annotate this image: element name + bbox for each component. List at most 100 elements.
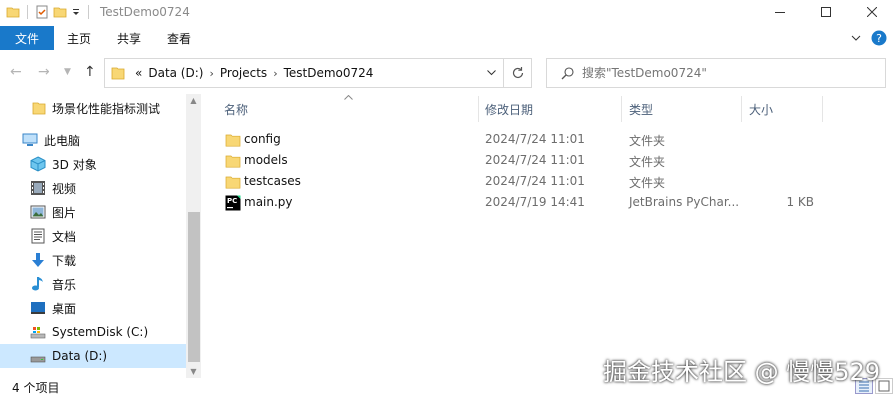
divider[interactable]: [621, 96, 622, 122]
file-date: 2024/7/24 11:01: [485, 132, 585, 146]
chevron-down-icon: [487, 70, 496, 76]
navigation-bar: ← → ▼ ↑ « Data (D:) › Projects › TestDem…: [0, 58, 895, 88]
breadcrumb-projects[interactable]: Projects: [220, 66, 267, 80]
pycharm-file-icon: PC: [225, 195, 241, 211]
search-icon: [561, 66, 574, 79]
maximize-button[interactable]: [803, 0, 849, 24]
tab-home[interactable]: 主页: [54, 26, 104, 50]
help-icon[interactable]: ?: [871, 30, 887, 46]
new-folder-icon[interactable]: [53, 5, 67, 19]
sidebar-item-3d-objects[interactable]: 3D 对象: [0, 152, 186, 176]
minimize-button[interactable]: [757, 0, 803, 24]
customize-dropdown-icon[interactable]: [71, 5, 81, 19]
video-icon: [31, 181, 45, 195]
documents-icon: [31, 228, 45, 244]
desktop-icon: [31, 302, 45, 314]
sidebar-item-label: 桌面: [52, 301, 77, 316]
back-arrow-icon[interactable]: ←: [10, 64, 22, 80]
item-count: 4 个项目: [12, 381, 60, 395]
folder-icon: [111, 67, 125, 80]
sidebar-item-label: 文档: [52, 229, 77, 244]
sidebar-item-data-drive[interactable]: Data (D:): [0, 344, 186, 368]
breadcrumb-testdemo[interactable]: TestDemo0724: [284, 66, 374, 80]
file-type: JetBrains PyChar...: [629, 195, 740, 209]
chevron-right-icon[interactable]: ›: [273, 67, 277, 80]
folder-icon: [225, 155, 241, 168]
expand-ribbon-icon[interactable]: [851, 33, 861, 43]
column-header-date[interactable]: 修改日期: [485, 96, 533, 122]
sidebar-item-downloads[interactable]: 下载: [0, 248, 186, 272]
computer-icon: [22, 133, 38, 146]
divider[interactable]: [822, 96, 823, 122]
chevron-right-icon[interactable]: ›: [209, 67, 213, 80]
up-arrow-icon[interactable]: ↑: [84, 64, 96, 80]
minimize-icon: [775, 12, 785, 13]
sort-ascending-icon: [344, 95, 353, 100]
table-row[interactable]: testcases 2024/7/24 11:01 文件夹: [218, 171, 828, 192]
file-type: 文件夹: [629, 176, 666, 190]
file-date: 2024/7/19 14:41: [485, 195, 585, 209]
table-row[interactable]: config 2024/7/24 11:01 文件夹: [218, 129, 828, 150]
column-header-type[interactable]: 类型: [629, 96, 653, 122]
refresh-icon: [512, 67, 523, 79]
pictures-icon: [30, 205, 46, 219]
close-button[interactable]: [849, 0, 895, 24]
column-header-name[interactable]: 名称: [224, 96, 248, 122]
maximize-icon: [821, 7, 831, 17]
file-type: 文件夹: [629, 155, 666, 169]
sidebar-item-this-pc[interactable]: 此电脑: [0, 128, 186, 152]
file-date: 2024/7/24 11:01: [485, 174, 585, 188]
sidebar-item-documents[interactable]: 文档: [0, 224, 186, 248]
sidebar-item-music[interactable]: 音乐: [0, 272, 186, 296]
quick-access-toolbar: [0, 5, 92, 19]
recent-locations-icon[interactable]: ▼: [64, 67, 71, 77]
sidebar-scrollbar[interactable]: ▲ ▼: [186, 94, 201, 378]
address-dropdown-button[interactable]: [479, 59, 503, 87]
table-row[interactable]: models 2024/7/24 11:01 文件夹: [218, 150, 828, 171]
file-name: models: [244, 153, 288, 167]
file-date: 2024/7/24 11:01: [485, 153, 585, 167]
sidebar-item-system-disk[interactable]: SystemDisk (C:): [0, 320, 186, 344]
sidebar-item-label: 图片: [52, 205, 77, 220]
properties-icon[interactable]: [35, 5, 49, 19]
title-bar: TestDemo0724: [0, 0, 895, 24]
breadcrumb-overflow[interactable]: «: [135, 66, 142, 80]
refresh-button[interactable]: [504, 58, 532, 88]
scrollbar-thumb[interactable]: [188, 212, 200, 362]
drive-icon: [30, 356, 46, 363]
column-header-size[interactable]: 大小: [749, 96, 773, 122]
sidebar-item-pictures[interactable]: 图片: [0, 200, 186, 224]
forward-arrow-icon[interactable]: →: [38, 64, 50, 80]
search-box[interactable]: [546, 58, 886, 88]
sidebar-item-videos[interactable]: 视频: [0, 176, 186, 200]
sidebar-item-scenario-folder[interactable]: 场景化性能指标测试: [0, 96, 186, 120]
breadcrumb-data-drive[interactable]: Data (D:): [148, 66, 203, 80]
sidebar-item-label: Data (D:): [52, 349, 108, 363]
sidebar-item-label: 此电脑: [44, 133, 81, 148]
folder-icon: [32, 102, 46, 115]
table-row[interactable]: PC main.py 2024/7/19 14:41 JetBrains PyC…: [218, 192, 828, 213]
scroll-up-icon[interactable]: ▲: [186, 96, 201, 105]
search-input[interactable]: [582, 66, 872, 80]
system-drive-icon: [30, 327, 46, 339]
address-bar[interactable]: « Data (D:) › Projects › TestDemo0724: [104, 58, 504, 88]
divider[interactable]: [478, 96, 479, 122]
sidebar-item-label: 下载: [52, 253, 77, 268]
tab-view[interactable]: 查看: [154, 26, 204, 50]
svg-text:PC: PC: [227, 197, 237, 205]
file-name: config: [244, 132, 281, 146]
tab-share[interactable]: 共享: [104, 26, 154, 50]
close-icon: [867, 7, 877, 17]
file-type: 文件夹: [629, 134, 666, 148]
folder-icon: [225, 134, 241, 147]
watermark: 掘金技术社区 @ 慢慢529: [603, 358, 881, 386]
tab-file[interactable]: 文件: [0, 26, 54, 50]
svg-text:?: ?: [876, 32, 882, 45]
divider: [88, 5, 89, 19]
file-name: main.py: [244, 195, 293, 209]
divider: [27, 5, 28, 19]
ribbon-tabs: 文件 主页 共享 查看 ?: [0, 26, 895, 50]
divider[interactable]: [741, 96, 742, 122]
sidebar-item-desktop[interactable]: 桌面: [0, 296, 186, 320]
scroll-down-icon[interactable]: ▼: [186, 367, 201, 376]
